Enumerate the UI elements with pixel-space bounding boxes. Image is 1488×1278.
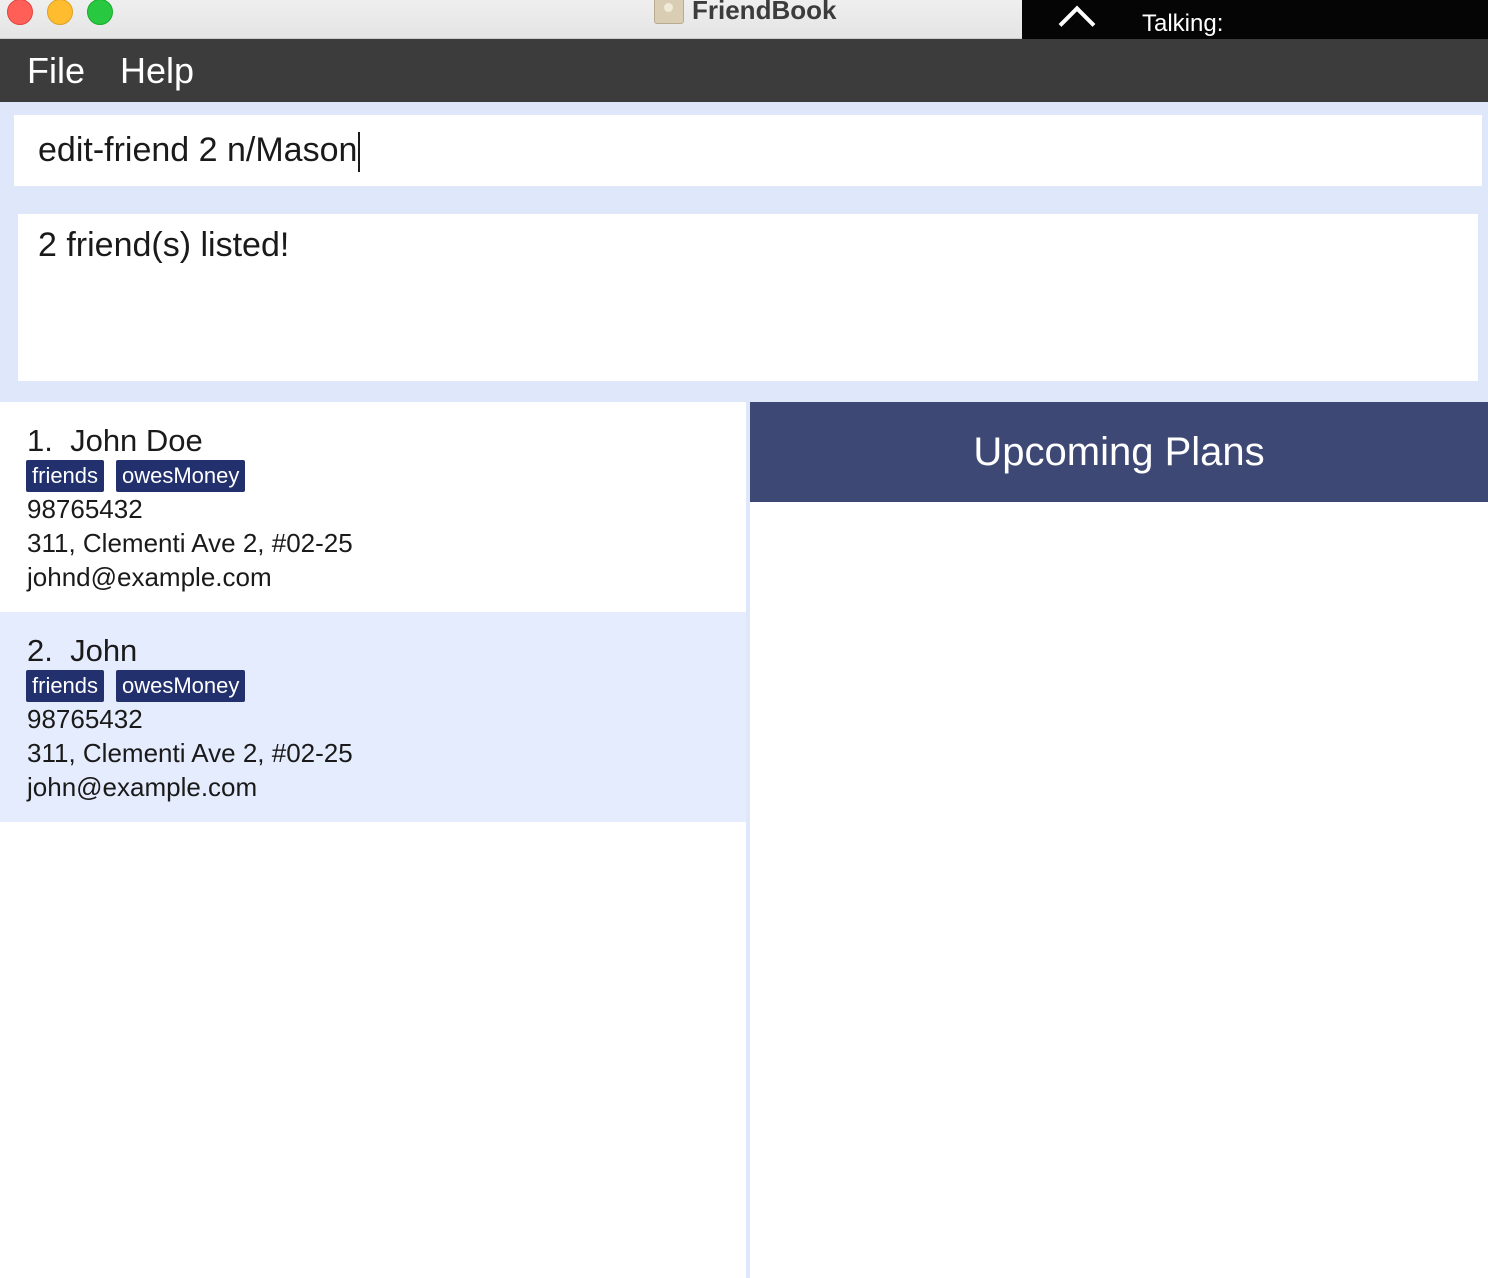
friend-address: 311, Clementi Ave 2, #02-25 <box>27 738 353 768</box>
maximize-window-button[interactable] <box>87 0 113 25</box>
minimize-window-button[interactable] <box>47 0 73 25</box>
close-window-button[interactable] <box>7 0 33 25</box>
command-input-text[interactable]: edit-friend 2 n/Mason <box>38 126 361 174</box>
text-caret <box>358 132 361 173</box>
app-icon <box>654 0 684 24</box>
friend-email: john@example.com <box>27 772 258 802</box>
menu-bar: File Help <box>0 39 1488 102</box>
friend-name: 2. John <box>27 633 138 668</box>
friend-phone: 98765432 <box>27 494 143 524</box>
friend-name: 1. John Doe <box>27 423 203 458</box>
friend-tag: owesMoney <box>116 670 246 702</box>
command-value: edit-friend 2 n/Mason <box>38 131 358 169</box>
talking-label: Talking: <box>1142 10 1224 37</box>
friend-email: johnd@example.com <box>27 562 272 592</box>
window-title: FriendBook <box>692 0 837 25</box>
friend-phone: 98765432 <box>27 704 143 734</box>
plans-title: Upcoming Plans <box>973 430 1265 474</box>
menu-help[interactable]: Help <box>120 39 194 102</box>
result-message: 2 friend(s) listed! <box>38 226 290 264</box>
plans-list <box>750 502 1488 1278</box>
friend-address: 311, Clementi Ave 2, #02-25 <box>27 528 353 558</box>
friend-tag: friends <box>26 670 105 702</box>
menu-file[interactable]: File <box>27 39 85 102</box>
friend-tag: friends <box>26 460 105 492</box>
friend-tag: owesMoney <box>116 460 246 492</box>
